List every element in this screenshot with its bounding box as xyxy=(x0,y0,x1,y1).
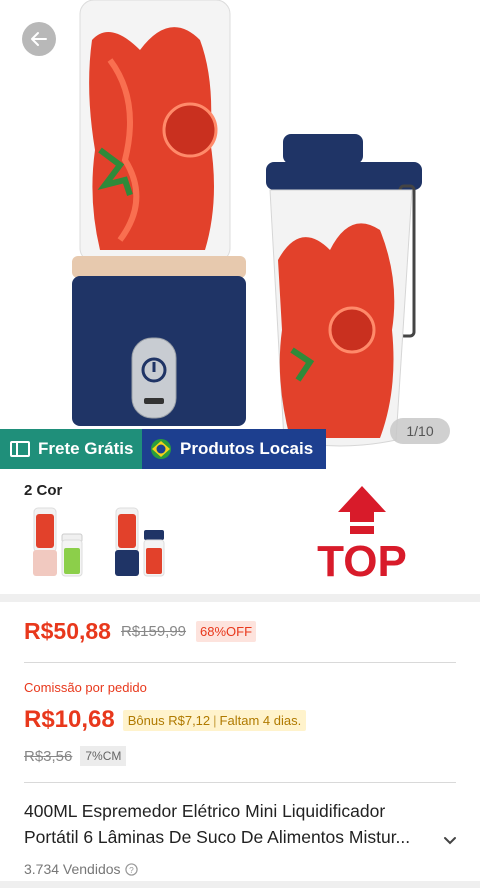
arrow-left-icon xyxy=(31,32,47,46)
commission-value: R$10,68 xyxy=(24,706,115,733)
variant-thumb-pink[interactable] xyxy=(28,504,88,580)
bottom-divider xyxy=(0,881,480,888)
product-title-line-1: 400ML Espremedor Elétrico Mini Liquidifi… xyxy=(24,801,386,821)
up-arrow-top-icon: TOP xyxy=(317,486,407,586)
product-title-line-2: Portátil 6 Lâminas De Suco De Alimentos … xyxy=(24,827,411,847)
variant-image-pink xyxy=(33,507,83,577)
bonus-amount: Bônus R$7,12 xyxy=(127,712,211,728)
commission-label: Comissão por pedido xyxy=(24,680,147,695)
brazil-flag-icon xyxy=(151,439,171,459)
top-seller-logo: TOP xyxy=(310,484,414,586)
bonus-badge: Bônus R$7,12 | Faltam 4 dias. xyxy=(122,709,307,731)
product-title[interactable]: 400ML Espremedor Elétrico Mini Liquidifi… xyxy=(24,798,444,850)
separator-dot: | xyxy=(213,712,217,728)
bonus-remaining: Faltam 4 dias. xyxy=(219,712,302,728)
shipping-badges: Frete Grátis Produtos Locais xyxy=(0,429,326,469)
section-divider xyxy=(0,594,480,602)
product-photo xyxy=(72,0,422,447)
color-variants: 2 Cor TOP xyxy=(0,470,480,594)
product-image-gallery[interactable]: 1/10 xyxy=(0,0,480,470)
current-price: R$50,88 xyxy=(24,618,111,644)
expand-title-button[interactable] xyxy=(442,832,458,848)
free-shipping-badge: Frete Grátis xyxy=(0,429,142,469)
back-button[interactable] xyxy=(22,22,56,56)
price-row: R$50,88 R$159,99 68%OFF xyxy=(24,618,257,645)
local-products-badge: Produtos Locais xyxy=(142,429,326,469)
local-products-label: Produtos Locais xyxy=(180,439,314,458)
sold-count: 3.734 Vendidos ? xyxy=(24,861,138,877)
variant-count: 2 Cor xyxy=(24,482,63,499)
svg-text:?: ? xyxy=(129,864,134,874)
old-commission: R$3,56 xyxy=(24,747,73,765)
top-logo-text: TOP xyxy=(317,537,407,584)
original-price: R$159,99 xyxy=(120,623,187,640)
free-shipping-label: Frete Grátis xyxy=(38,439,134,458)
commission-rate-badge: 7%CM xyxy=(80,746,127,766)
help-circle-icon[interactable]: ? xyxy=(124,862,138,876)
discount-badge: 68%OFF xyxy=(196,621,257,642)
divider-line xyxy=(24,782,456,783)
divider-line xyxy=(24,662,456,663)
variant-thumb-blue[interactable] xyxy=(110,504,170,580)
shipping-box-icon xyxy=(10,441,30,457)
image-counter: 1/10 xyxy=(390,418,450,444)
commission-old-row: R$3,56 7%CM xyxy=(24,746,127,766)
sold-count-label: 3.734 Vendidos xyxy=(24,861,121,877)
variant-image-blue xyxy=(115,507,165,577)
chevron-down-icon xyxy=(444,837,456,845)
commission-row: R$10,68 Bônus R$7,12 | Faltam 4 dias. xyxy=(24,706,307,734)
